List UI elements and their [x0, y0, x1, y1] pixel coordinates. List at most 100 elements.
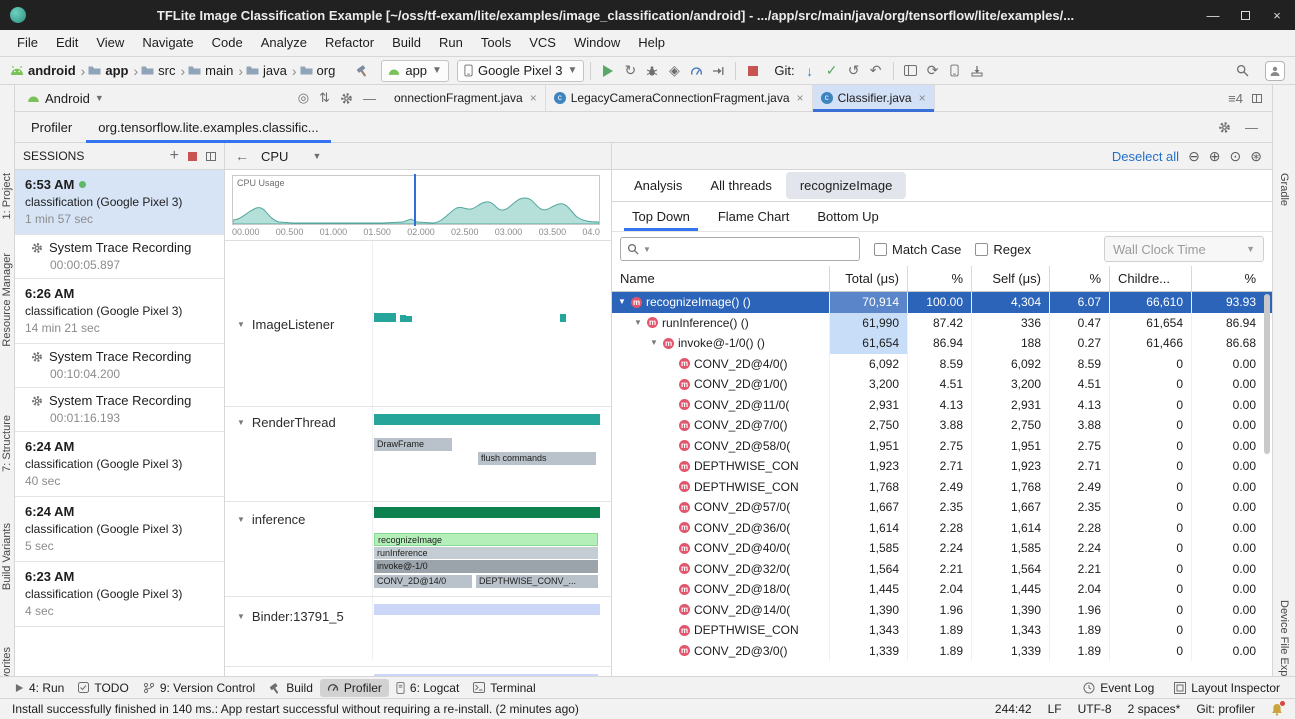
trace-event-bar[interactable]: DEPTHWISE_CONV_... [476, 575, 598, 588]
reset-zoom-icon[interactable]: ⊙ [1230, 148, 1242, 165]
maximize-button[interactable] [1237, 8, 1253, 23]
menu-item[interactable]: Help [629, 30, 674, 56]
trace-event-bar[interactable]: invoke@-1/0 [374, 560, 598, 573]
sidebar-item-structure[interactable]: 7: Structure [1, 415, 13, 472]
collapse-arrow-icon[interactable]: ▼ [237, 320, 245, 329]
split-editor-icon[interactable] [1252, 94, 1262, 103]
caret-position[interactable]: 244:42 [995, 702, 1032, 716]
hide-panel-icon[interactable]: — [363, 91, 376, 106]
back-button[interactable]: ← [235, 148, 249, 164]
sidebar-item-resource-manager[interactable]: Resource Manager [1, 253, 13, 347]
calltree-row[interactable]: ▼ m DEPTHWISE_CON 1,343 1.89 1,343 1.89 … [612, 620, 1272, 641]
thread-row-renderthread[interactable]: ▼RenderThread [237, 415, 336, 430]
thread-row-binder5[interactable]: ▼Binder:13791_5 [237, 609, 344, 624]
menu-item[interactable]: Build [383, 30, 430, 56]
expand-arrow-icon[interactable]: ▼ [634, 313, 643, 334]
breadcrumb-item[interactable]: src › [141, 63, 188, 79]
build-hammer-icon[interactable] [351, 60, 373, 82]
coverage-icon[interactable]: ◈ [663, 60, 685, 82]
git-update-icon[interactable]: ↓ [799, 60, 821, 82]
calltree-row[interactable]: ▼ m CONV_2D@40/0( 1,585 2.24 1,585 2.24 … [612, 538, 1272, 559]
profiler-type-dropdown[interactable]: CPU ▼ [261, 149, 321, 164]
session-item[interactable]: 6:24 AM classification (Google Pixel 3) … [15, 432, 224, 497]
menu-item[interactable]: Analyze [252, 30, 316, 56]
thread-state-bar[interactable] [374, 414, 600, 425]
toolbar-version-control[interactable]: 9: Version Control [136, 679, 262, 697]
expand-arrow-icon[interactable]: ▼ [650, 333, 659, 354]
analysis-subtab[interactable]: Top Down [618, 202, 704, 231]
close-button[interactable]: × [1269, 8, 1285, 23]
collapse-arrow-icon[interactable]: ▼ [237, 612, 245, 621]
file-encoding[interactable]: UTF-8 [1078, 702, 1112, 716]
breadcrumb-item[interactable]: org › [300, 63, 338, 78]
sidebar-item-build-variants[interactable]: Build Variants [1, 523, 13, 590]
calltree-row[interactable]: ▼ m CONV_2D@58/0( 1,951 2.75 1,951 2.75 … [612, 436, 1272, 457]
calltree-row[interactable]: ▼ m CONV_2D@7/0() 2,750 3.88 2,750 3.88 … [612, 415, 1272, 436]
project-view-selector[interactable]: Android ▼ [15, 91, 112, 106]
calltree-row[interactable]: ▼ m DEPTHWISE_CON 1,768 2.49 1,768 2.49 … [612, 477, 1272, 498]
session-item[interactable]: 6:26 AM classification (Google Pixel 3) … [15, 279, 224, 344]
cpu-usage-chart[interactable]: CPU Usage [232, 175, 600, 225]
expand-sessions-icon[interactable] [206, 152, 216, 161]
session-item[interactable]: 6:23 AM classification (Google Pixel 3) … [15, 562, 224, 627]
device-dropdown[interactable]: Google Pixel 3▼ [457, 60, 584, 82]
sidebar-item-gradle[interactable]: Gradle [1278, 173, 1290, 206]
device-manager-icon[interactable] [944, 60, 966, 82]
calltree-row[interactable]: ▼ m CONV_2D@4/0() 6,092 8.59 6,092 8.59 … [612, 354, 1272, 375]
calltree-row[interactable]: ▼ m CONV_2D@1/0() 3,200 4.51 3,200 4.51 … [612, 374, 1272, 395]
toolbar-logcat[interactable]: 6: Logcat [389, 679, 466, 697]
profiler-session-tab[interactable]: org.tensorflow.lite.examples.classific..… [86, 112, 330, 143]
toolbar-terminal[interactable]: Terminal [466, 679, 542, 697]
column-header-total-pct[interactable]: % [908, 266, 972, 291]
debug-button[interactable] [641, 60, 663, 82]
session-item[interactable]: 00:10:04.200 System Trace Recording 00:1… [15, 344, 224, 388]
gear-icon[interactable] [340, 92, 353, 105]
thread-row-inference[interactable]: ▼inference [237, 512, 305, 527]
regex-checkbox[interactable]: Regex [975, 242, 1031, 257]
editor-tab[interactable]: c onnectionFragment.java × [386, 85, 546, 112]
menu-item[interactable]: Run [430, 30, 472, 56]
session-item[interactable]: 6:24 AM classification (Google Pixel 3) … [15, 497, 224, 562]
profile-button[interactable] [685, 60, 707, 82]
zoom-to-selection-icon[interactable]: ⊛ [1250, 148, 1262, 165]
breadcrumb-item[interactable]: main › [188, 63, 246, 79]
column-header-self-pct[interactable]: % [1050, 266, 1110, 291]
calltree-row[interactable]: ▼ m recognizeImage() () 70,914 100.00 4,… [612, 292, 1272, 313]
table-scrollbar[interactable] [1264, 294, 1270, 454]
close-tab-icon[interactable]: × [530, 91, 537, 105]
hidden-tabs-icon[interactable]: ≡4 [1228, 91, 1243, 106]
stop-button[interactable] [742, 60, 764, 82]
search-box[interactable]: ▼ [620, 237, 860, 261]
column-header-children[interactable]: Childre... [1110, 266, 1192, 291]
calltree-row[interactable]: ▼ m CONV_2D@14/0( 1,390 1.96 1,390 1.96 … [612, 600, 1272, 621]
search-input[interactable] [655, 242, 853, 256]
calltree-row[interactable]: ▼ m CONV_2D@3/0() 1,339 1.89 1,339 1.89 … [612, 641, 1272, 662]
thread-activity-bar[interactable] [406, 316, 412, 322]
menu-item[interactable]: Tools [472, 30, 520, 56]
editor-tab[interactable]: c LegacyCameraConnectionFragment.java × [546, 85, 813, 112]
toolbar-todo[interactable]: TODO [71, 679, 135, 697]
sidebar-item-project[interactable]: 1: Project [1, 173, 13, 219]
thread-activity-bar[interactable] [374, 313, 396, 322]
calltree-row[interactable]: ▼ m invoke@-1/0() () 61,654 86.94 188 0.… [612, 333, 1272, 354]
toolbar-event-log[interactable]: Event Log [1076, 679, 1161, 697]
toolbar-build[interactable]: Build [262, 679, 320, 697]
toolbar-run[interactable]: 4: Run [8, 679, 71, 697]
deselect-all-link[interactable]: Deselect all [1112, 149, 1179, 164]
calltree-row[interactable]: ▼ m CONV_2D@11/0( 2,931 4.13 2,931 4.13 … [612, 395, 1272, 416]
minimize-button[interactable]: — [1205, 8, 1221, 23]
trace-event-bar[interactable]: recognizeImage [374, 533, 598, 546]
notifications-bell-icon[interactable] [1271, 703, 1283, 716]
gear-icon[interactable] [1218, 121, 1231, 134]
gradle-sync-icon[interactable]: ⟳ [922, 60, 944, 82]
trace-event-bar[interactable]: CONV_2D@14/0 [374, 575, 472, 588]
collapse-arrow-icon[interactable]: ▼ [237, 515, 245, 524]
calltree-row[interactable]: ▼ m CONV_2D@18/0( 1,445 2.04 1,445 2.04 … [612, 579, 1272, 600]
breadcrumb-item[interactable]: java › [246, 63, 300, 79]
session-item[interactable]: 00:01:16.193 System Trace Recording 00:0… [15, 388, 224, 432]
trace-event-bar[interactable]: flush commands [478, 452, 596, 465]
git-commit-icon[interactable]: ✓ [821, 60, 843, 82]
breadcrumb-item[interactable]: android › [10, 63, 88, 79]
menu-item[interactable]: File [8, 30, 47, 56]
git-branch[interactable]: Git: profiler [1196, 702, 1255, 716]
